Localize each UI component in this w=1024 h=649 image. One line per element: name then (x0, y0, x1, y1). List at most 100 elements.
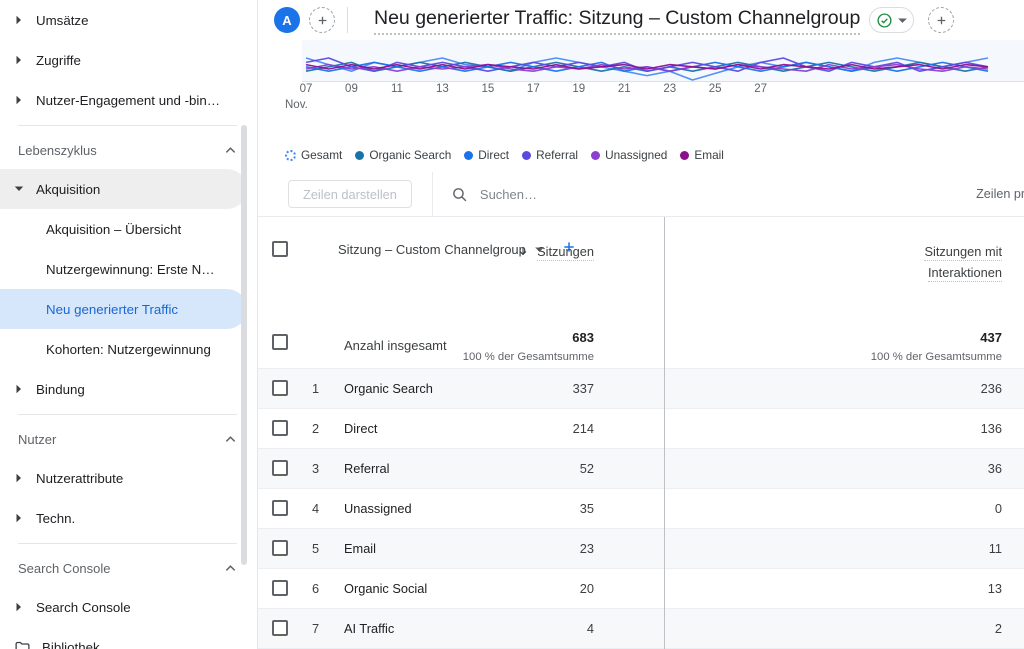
sidebar-section-search-console[interactable]: Search Console (0, 549, 257, 587)
row-index: 1 (312, 381, 320, 396)
row-engaged-sessions-value: 236 (980, 381, 1002, 396)
row-channel-name: AI Traffic (344, 621, 395, 636)
sidebar-item-zugriffe[interactable]: Zugriffe (0, 40, 247, 80)
chevron-up-icon[interactable] (224, 144, 237, 157)
legend-item-direct[interactable]: Direct (464, 148, 509, 162)
metric-header-label: Sitzungen mit Interaktionen (924, 244, 1002, 282)
folder-icon (14, 639, 42, 649)
legend-item-referral[interactable]: Referral (522, 148, 578, 162)
row-checkbox[interactable] (272, 420, 288, 436)
table-row[interactable]: 3 Referral 52 36 (258, 448, 1024, 488)
row-checkbox[interactable] (272, 460, 288, 476)
row-sessions-value: 214 (572, 421, 594, 436)
metric-header-sitzungen[interactable]: Sitzungen (464, 241, 594, 262)
row-engaged-sessions-value: 13 (987, 581, 1002, 596)
sidebar-item-akquisition-bersicht[interactable]: Akquisition – Übersicht (0, 209, 247, 249)
row-checkbox[interactable] (272, 380, 288, 396)
legend-item-email[interactable]: Email (680, 148, 724, 162)
sidebar-item-bindung[interactable]: Bindung (0, 369, 247, 409)
sidebar-scrollbar[interactable] (241, 125, 247, 565)
chart-baseline (302, 81, 1024, 82)
row-engaged-sessions-value: 0 (994, 501, 1002, 516)
table-body: 1 Organic Search 337 236 2 Direct 214 136 3 Refer… (258, 368, 1024, 649)
table-row[interactable]: 1 Organic Search 337 236 (258, 368, 1024, 408)
sidebar-item-nutzer-engagement-und-bin[interactable]: Nutzer-Engagement und -bin… (0, 80, 247, 120)
select-all-checkbox[interactable] (272, 241, 288, 257)
status-badge[interactable] (869, 7, 915, 33)
table-header-row: Sitzung – Custom Channelgroup Sitzungen … (258, 217, 1024, 322)
avatar[interactable]: A (274, 7, 300, 33)
caret-right-icon[interactable] (8, 467, 30, 489)
sidebar-item-ums-tze[interactable]: Umsätze (0, 0, 247, 40)
sidebar-item-nutzergewinnung-erste-n[interactable]: Nutzergewinnung: Erste N… (0, 249, 247, 289)
metric-header-label: Sitzungen (537, 244, 594, 261)
chevron-up-icon[interactable] (224, 562, 237, 575)
table-row[interactable]: 4 Unassigned 35 0 (258, 488, 1024, 528)
row-channel-name: Unassigned (344, 501, 412, 516)
sidebar-item-label: Nutzer-Engagement und -bin… (36, 92, 221, 108)
traffic-line-chart: 07 09 11 13 15 17 19 21 23 25 27 Nov. Gesamt Organi… (258, 40, 1024, 162)
sidebar-item-label: Techn. (36, 510, 76, 526)
legend-item-organic-search[interactable]: Organic Search (355, 148, 451, 162)
sidebar-item-kohorten-nutzergewinnung[interactable]: Kohorten: Nutzergewinnung (0, 329, 247, 369)
page-title: Neu generierter Traffic: Sitzung – Custo… (374, 5, 861, 36)
sidebar-item-akquisition[interactable]: Akquisition (0, 169, 247, 209)
chevron-down-icon (897, 15, 908, 26)
chart-x-axis: 07 09 11 13 15 17 19 21 23 25 27 (258, 83, 1024, 117)
table-row[interactable]: 6 Organic Social 20 13 (258, 568, 1024, 608)
total-subtext-sitzungen: 100 % der Gesamtsumme (462, 351, 594, 363)
sidebar-item-search-console[interactable]: Search Console (0, 587, 247, 627)
legend-color-dot (591, 150, 601, 160)
legend-color-dot (522, 150, 532, 160)
row-checkbox[interactable] (272, 580, 288, 596)
total-row-checkbox[interactable] (272, 334, 288, 350)
legend-color-dot (680, 150, 690, 160)
total-row-label: Anzahl insgesamt (344, 338, 447, 353)
table-row[interactable]: 2 Direct 214 136 (258, 408, 1024, 448)
sidebar-item-neu-generierter-traffic[interactable]: Neu generierter Traffic (0, 289, 247, 329)
sidebar-item-label: Kohorten: Nutzergewinnung (46, 341, 211, 357)
table-row[interactable]: 7 AI Traffic 4 2 (258, 608, 1024, 648)
search-input[interactable] (479, 186, 780, 202)
add-segment-button[interactable] (928, 7, 955, 33)
legend-label: Referral (536, 148, 579, 162)
row-engaged-sessions-value: 36 (987, 461, 1002, 476)
legend-label: Email (694, 148, 724, 162)
sidebar-item-label: Zugriffe (36, 52, 81, 68)
row-checkbox[interactable] (272, 540, 288, 556)
sidebar-item-techn[interactable]: Techn. (0, 498, 247, 538)
sidebar-section-lebenszyklus[interactable]: Lebenszyklus (0, 131, 257, 169)
metric-header-sitzungen-mit-interaktionen[interactable]: Sitzungen mit Interaktionen (852, 241, 1002, 283)
legend-item-gesamt[interactable]: Gesamt (285, 148, 342, 162)
row-channel-name: Referral (344, 461, 390, 476)
report-topbar: A Neu generierter Traffic: Sitzung – Cus… (258, 0, 1024, 40)
caret-right-icon[interactable] (8, 378, 30, 400)
row-sessions-value: 23 (579, 541, 594, 556)
row-channel-name: Direct (344, 421, 378, 436)
rows-per-page-label[interactable]: Zeilen pro S (976, 187, 1024, 201)
caret-down-icon[interactable] (8, 178, 30, 200)
sidebar-section-nutzer[interactable]: Nutzer (0, 420, 257, 458)
sidebar-item-nutzerattribute[interactable]: Nutzerattribute (0, 458, 247, 498)
table-row[interactable]: 5 Email 23 11 (258, 528, 1024, 568)
caret-right-icon[interactable] (8, 507, 30, 529)
caret-right-icon[interactable] (8, 49, 30, 71)
arrow-down-icon (517, 244, 533, 259)
caret-right-icon[interactable] (8, 9, 30, 31)
x-axis-tick: 23 (663, 83, 677, 95)
chevron-up-icon[interactable] (224, 433, 237, 446)
legend-item-unassigned[interactable]: Unassigned (591, 148, 667, 162)
sidebar-item-bibliothek[interactable]: Bibliothek (0, 627, 257, 649)
row-index: 4 (312, 501, 320, 516)
show-rows-button[interactable]: Zeilen darstellen (288, 180, 412, 208)
row-checkbox[interactable] (272, 620, 288, 636)
caret-right-icon[interactable] (8, 89, 30, 111)
sidebar-item-label: Bindung (36, 381, 85, 397)
add-comparison-button[interactable] (309, 7, 335, 33)
row-index: 7 (312, 621, 320, 636)
legend-color-dot (464, 150, 474, 160)
sidebar-top-items: Umsätze Zugriffe Nutzer-Engagement und -bi… (0, 0, 257, 120)
row-checkbox[interactable] (272, 500, 288, 516)
x-axis-tick: 27 (754, 83, 768, 95)
caret-right-icon[interactable] (8, 596, 30, 618)
